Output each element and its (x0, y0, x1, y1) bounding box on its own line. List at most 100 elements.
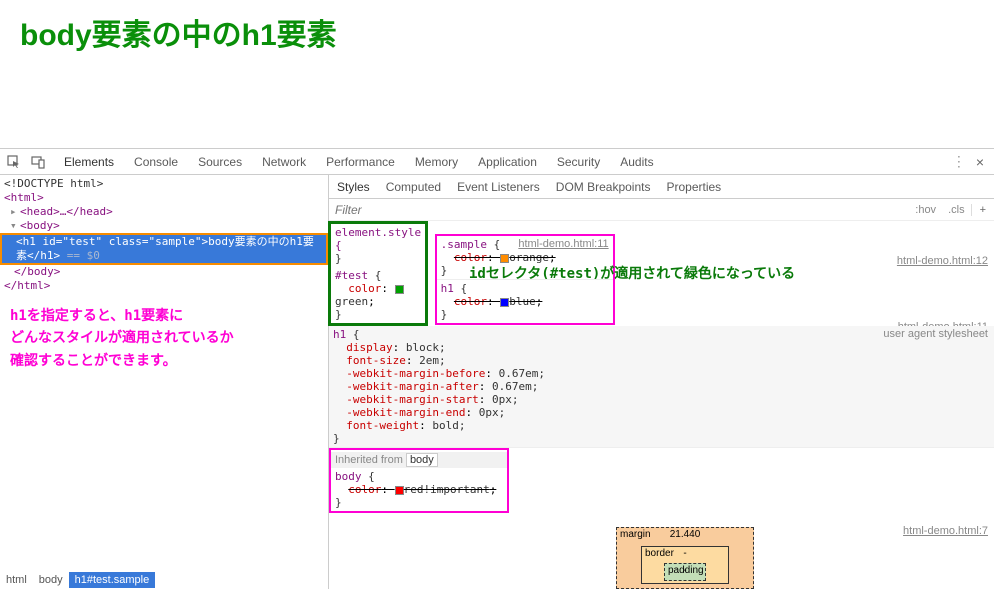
rule-close: } (335, 252, 342, 265)
rule-val: block; (406, 341, 446, 354)
ua-stylesheet-label: user agent stylesheet (883, 328, 988, 340)
tab-security[interactable]: Security (547, 149, 610, 174)
rule-sel: #test (335, 269, 368, 282)
bm-margin-label: margin (620, 529, 651, 540)
dom-line[interactable]: ▾<body> (0, 219, 328, 233)
tab-dom-breakpoints[interactable]: DOM Breakpoints (548, 175, 659, 198)
rule-sample[interactable]: html-demo.html:11 .sample { color: orang… (437, 236, 613, 280)
sel-close: </h1> (27, 249, 60, 262)
dom-line[interactable]: ▸<head>…</head> (0, 205, 328, 219)
rule-val: 2em; (419, 354, 446, 367)
dom-line[interactable]: </body> (0, 265, 328, 279)
magenta-highlight-box: Inherited from body body { color: red!im… (329, 448, 509, 513)
dom-body-close: </body> (14, 265, 60, 278)
color-swatch-icon[interactable] (395, 486, 404, 495)
add-rule-button[interactable]: + (971, 204, 994, 216)
rule-val: bold; (432, 419, 465, 432)
rule-prop: -webkit-margin-before (346, 367, 485, 380)
rule-prop: -webkit-margin-after (346, 380, 478, 393)
tab-elements[interactable]: Elements (54, 149, 124, 174)
devtools-tabs: Elements Console Sources Network Perform… (54, 149, 664, 174)
source-link[interactable]: html-demo.html:12 (897, 255, 988, 267)
breadcrumb-item[interactable]: body (33, 572, 69, 588)
dom-body: <body> (20, 219, 60, 232)
dom-line[interactable]: <html> (0, 191, 328, 205)
filter-input[interactable] (329, 203, 909, 217)
sel-eq: == $0 (60, 249, 100, 262)
hov-toggle[interactable]: :hov (909, 204, 942, 216)
source-link[interactable]: html-demo.html:11 (518, 238, 608, 250)
bm-margin[interactable]: margin 21.440 border - padding - (616, 527, 754, 589)
dom-line[interactable]: </html> (0, 279, 328, 293)
rule-val: 0.67em; (499, 367, 545, 380)
color-swatch-icon[interactable] (500, 254, 509, 263)
rule-body[interactable]: body { color: red!important; } (331, 468, 507, 511)
dom-html: <html> (4, 191, 44, 204)
rule-sel: h1 (441, 282, 454, 295)
sel-attr-class: class (109, 235, 142, 248)
rule-prop: color (454, 251, 487, 264)
rule-prop: color (348, 282, 381, 295)
dom-html-close: </html> (4, 279, 50, 292)
rule-prop: display (346, 341, 392, 354)
styles-panel: Styles Computed Event Listeners DOM Brea… (329, 175, 994, 589)
bm-padding-top: - (683, 565, 686, 576)
inspect-icon[interactable] (6, 154, 22, 170)
rule-prop: -webkit-margin-end (346, 406, 465, 419)
close-icon[interactable]: × (972, 154, 988, 170)
dom-doctype: <!DOCTYPE html> (4, 177, 103, 190)
tab-network[interactable]: Network (252, 149, 316, 174)
dom-panel[interactable]: <!DOCTYPE html> <html> ▸<head>…</head> ▾… (0, 175, 329, 589)
sel-attr-id: id (43, 235, 56, 248)
rule-val: blue (509, 295, 536, 308)
breadcrumb-item[interactable]: h1#test.sample (69, 572, 156, 588)
device-icon[interactable] (30, 154, 46, 170)
breadcrumb-item[interactable]: html (0, 572, 33, 588)
tab-computed[interactable]: Computed (378, 175, 449, 198)
rule-element-style[interactable]: element.style { } (331, 224, 425, 267)
color-swatch-icon[interactable] (395, 285, 404, 294)
color-swatch-icon[interactable] (500, 298, 509, 307)
sel-val-id: "test" (62, 235, 102, 248)
tab-memory[interactable]: Memory (405, 149, 468, 174)
tab-application[interactable]: Application (468, 149, 547, 174)
tab-audits[interactable]: Audits (610, 149, 663, 174)
tab-properties[interactable]: Properties (658, 175, 729, 198)
page-title: body要素の中のh1要素 (20, 10, 974, 54)
magenta-highlight-box: html-demo.html:11 .sample { color: orang… (435, 234, 615, 325)
dom-breadcrumb: html body h1#test.sample (0, 571, 155, 589)
tab-console[interactable]: Console (124, 149, 188, 174)
tab-styles[interactable]: Styles (329, 175, 378, 198)
tab-performance[interactable]: Performance (316, 149, 405, 174)
rule-val: red!important (404, 483, 490, 496)
rule-val: 0px; (492, 393, 519, 406)
bm-border[interactable]: border - padding - (641, 546, 729, 584)
rule-h1[interactable]: h1 { color: blue; } (437, 280, 613, 323)
inherited-from-header: Inherited from body (331, 452, 507, 468)
bm-margin-top: 21.440 (670, 529, 701, 540)
rule-prop: color (348, 483, 381, 496)
disclosure-triangle-icon[interactable]: ▾ (10, 219, 20, 233)
cls-toggle[interactable]: .cls (942, 204, 971, 216)
dom-selection-highlight: <h1 id="test" class="sample">body要素の中のh1… (0, 233, 328, 265)
disclosure-triangle-icon[interactable]: ▸ (10, 205, 20, 219)
tab-event-listeners[interactable]: Event Listeners (449, 175, 548, 198)
rule-prop: font-size (346, 354, 406, 367)
rule-val: 0.67em; (492, 380, 538, 393)
source-link[interactable]: html-demo.html:7 (903, 525, 988, 537)
rule-val: orange (509, 251, 549, 264)
devtools: Elements Console Sources Network Perform… (0, 148, 994, 589)
dom-selected-element[interactable]: <h1 id="test" class="sample">body要素の中のh1… (2, 235, 326, 249)
rule-h1-ua[interactable]: user agent stylesheet h1 { display: bloc… (329, 326, 994, 448)
kebab-icon[interactable]: ⋮ (946, 153, 972, 170)
filter-row: :hov .cls + (329, 199, 994, 221)
inherit-from[interactable]: body (406, 453, 438, 467)
sel-text2: 素 (16, 249, 27, 262)
annot-line: どんなスタイルが適用されているか (10, 327, 234, 349)
dom-selected-element[interactable]: 素</h1> == $0 (2, 249, 326, 263)
bm-padding[interactable]: padding - (664, 563, 706, 581)
annot-line: h1を指定すると、h1要素に (10, 305, 234, 327)
dom-line[interactable]: <!DOCTYPE html> (0, 177, 328, 191)
tab-sources[interactable]: Sources (188, 149, 252, 174)
rule-test[interactable]: #test { color: green; } (331, 267, 425, 323)
